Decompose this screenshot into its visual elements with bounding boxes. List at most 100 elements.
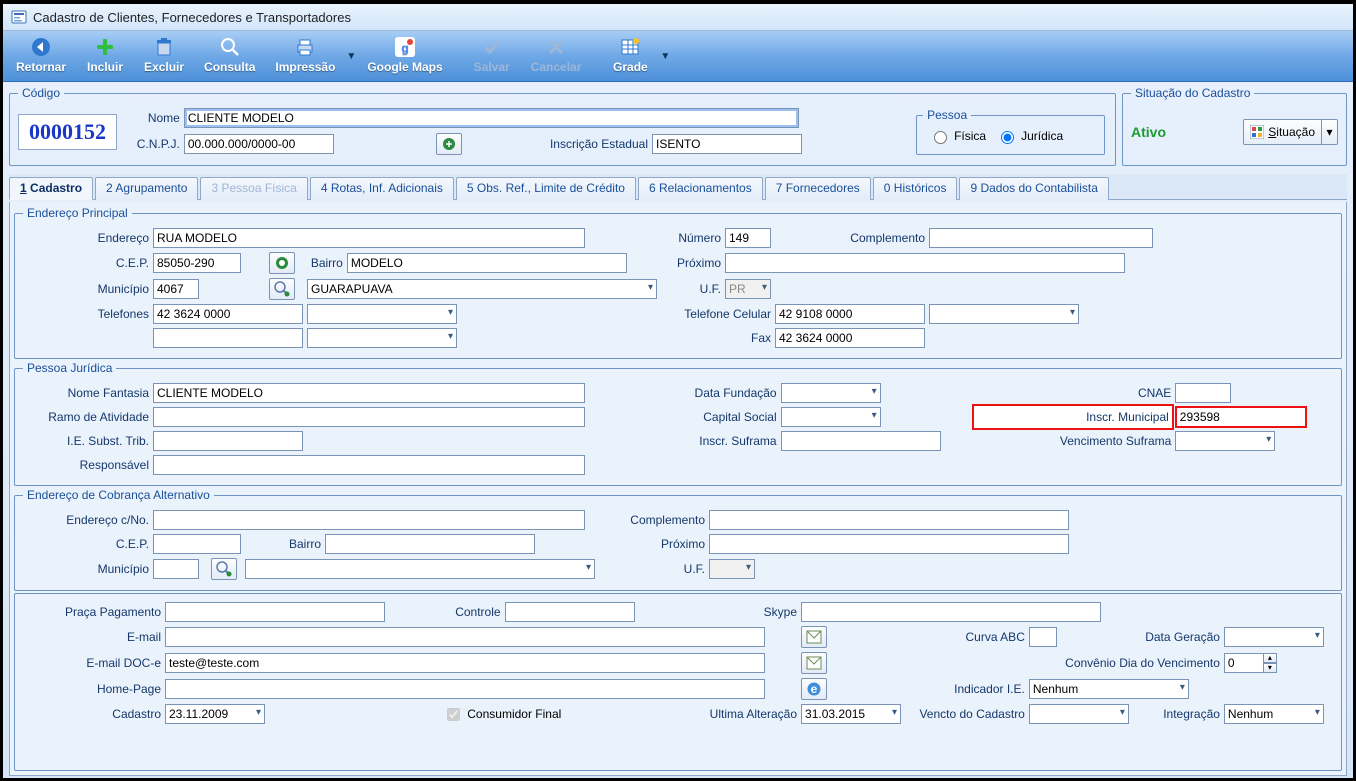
- cob-uf-label: U.F.: [597, 556, 707, 582]
- municipio-label: Município: [23, 276, 151, 302]
- situacao-box: Situação do Cadastro Ativo SSituaçãoitua…: [1122, 86, 1347, 166]
- endereco-cobranca-box: Endereço de Cobrança Alternativo Endereç…: [14, 488, 1342, 591]
- pj-inscrmun-input[interactable]: [1176, 407, 1306, 427]
- pj-cnae-input[interactable]: [1175, 383, 1231, 403]
- municipio-cod-input[interactable]: [153, 279, 199, 299]
- googlemaps-button[interactable]: g Google Maps: [358, 33, 451, 79]
- cob-prox-input[interactable]: [709, 534, 1069, 554]
- cob-cep-input[interactable]: [153, 534, 241, 554]
- ultalt-input[interactable]: [801, 704, 901, 724]
- telefone1-input[interactable]: [153, 304, 303, 324]
- pj-iesubst-input[interactable]: [153, 431, 303, 451]
- pj-suframa-input[interactable]: [781, 431, 941, 451]
- complemento-input[interactable]: [929, 228, 1153, 248]
- situacao-button[interactable]: SSituaçãoituação: [1243, 119, 1322, 145]
- grade-button[interactable]: Grade: [602, 33, 658, 79]
- tab-obs[interactable]: 5 Obs. Ref., Limite de Crédito: [456, 177, 636, 200]
- tab-historicos[interactable]: 0 Históricos: [873, 177, 958, 200]
- cob-end-label: Endereço c/No.: [23, 508, 151, 532]
- emaildoce-button[interactable]: [801, 652, 827, 674]
- cep-lookup-button[interactable]: [269, 252, 295, 274]
- incluir-button[interactable]: Incluir: [77, 33, 133, 79]
- emaildoce-input[interactable]: [165, 653, 765, 673]
- cadastro-input[interactable]: [165, 704, 265, 724]
- cob-muncod-input[interactable]: [153, 559, 199, 579]
- cob-cep-label: C.E.P.: [23, 532, 151, 556]
- cob-compl-input[interactable]: [709, 510, 1069, 530]
- tab-relac[interactable]: 6 Relacionamentos: [638, 177, 763, 200]
- nome-input[interactable]: [184, 108, 799, 128]
- controle-input[interactable]: [505, 602, 635, 622]
- situacao-dropdown[interactable]: ▾: [1322, 119, 1338, 145]
- impressao-button[interactable]: Impressão: [266, 33, 344, 79]
- telefone2-input[interactable]: [153, 328, 303, 348]
- endereco-input[interactable]: [153, 228, 585, 248]
- cob-bairro-input[interactable]: [325, 534, 535, 554]
- fax-input[interactable]: [775, 328, 925, 348]
- cob-munnome-input[interactable]: [245, 559, 595, 579]
- telcel-input[interactable]: [775, 304, 925, 324]
- pj-vencsuf-label: Vencimento Suframa: [973, 429, 1173, 453]
- pj-capital-input[interactable]: [781, 407, 881, 427]
- check-icon: [481, 36, 503, 58]
- curva-input[interactable]: [1029, 627, 1057, 647]
- telefone2-tipo[interactable]: [307, 328, 457, 348]
- pj-nomefant-input[interactable]: [153, 383, 585, 403]
- indicador-input[interactable]: [1029, 679, 1189, 699]
- uf-input: [725, 279, 771, 299]
- plus-icon: [94, 36, 116, 58]
- skype-label: Skype: [669, 600, 799, 624]
- tab-pessoa-fisica: 3 Pessoa Física: [200, 177, 307, 200]
- vencto-input[interactable]: [1029, 704, 1129, 724]
- homepage-button[interactable]: e: [801, 678, 827, 700]
- bairro-input[interactable]: [347, 253, 627, 273]
- cob-mun-lookup-button[interactable]: [211, 558, 237, 580]
- grid-icon: [619, 36, 641, 58]
- convdia-spinner[interactable]: ▴▾: [1224, 653, 1277, 673]
- pj-datafund-input[interactable]: [781, 383, 881, 403]
- proximo-input[interactable]: [725, 253, 1125, 273]
- pj-ramo-input[interactable]: [153, 407, 585, 427]
- controle-label: Controle: [441, 600, 502, 624]
- impressao-dropdown[interactable]: ▼: [346, 51, 356, 62]
- email-button[interactable]: [801, 626, 827, 648]
- pessoa-juridica-radio[interactable]: Jurídica: [996, 128, 1063, 144]
- municipio-nome-input[interactable]: [307, 279, 657, 299]
- tab-agrupamento[interactable]: 2 Agrupamento: [95, 177, 198, 200]
- datager-input[interactable]: [1224, 627, 1324, 647]
- homepage-input[interactable]: [165, 679, 765, 699]
- email-input[interactable]: [165, 627, 765, 647]
- grade-dropdown[interactable]: ▼: [660, 51, 670, 62]
- tab-cadastro[interactable]: 1 Cadastro: [9, 177, 93, 200]
- google-icon: g: [394, 36, 416, 58]
- ie-label: Inscrição Estadual: [483, 130, 650, 157]
- pj-vencsuf-input[interactable]: [1175, 431, 1275, 451]
- cnpj-input[interactable]: [184, 134, 334, 154]
- tab-rotas[interactable]: 4 Rotas, Inf. Adicionais: [310, 177, 454, 200]
- pj-nomefant-label: Nome Fantasia: [23, 381, 151, 405]
- telcel-tipo[interactable]: [929, 304, 1079, 324]
- cep-input[interactable]: [153, 253, 241, 273]
- pessoa-fisica-radio[interactable]: Física: [929, 128, 986, 144]
- pj-resp-input[interactable]: [153, 455, 585, 475]
- municipio-lookup-button[interactable]: [269, 278, 295, 300]
- tab-fornecedores[interactable]: 7 Fornecedores: [765, 177, 871, 200]
- rodape-box: Praça Pagamento Controle Skype E-mail Cu…: [14, 593, 1342, 771]
- ie-input[interactable]: [652, 134, 802, 154]
- consulta-button[interactable]: Consulta: [195, 33, 264, 79]
- skype-input[interactable]: [801, 602, 1101, 622]
- cob-end-input[interactable]: [153, 510, 585, 530]
- excluir-button[interactable]: Excluir: [135, 33, 193, 79]
- trash-icon: [153, 36, 175, 58]
- salvar-button: Salvar: [464, 33, 520, 79]
- retornar-button[interactable]: Retornar: [7, 33, 75, 79]
- numero-input[interactable]: [725, 228, 771, 248]
- consfinal-check[interactable]: Consumidor Final: [443, 705, 561, 724]
- praca-input[interactable]: [165, 602, 385, 622]
- cnpj-lookup-button[interactable]: [436, 133, 462, 155]
- tab-contabilista[interactable]: 9 Dados do Contabilista: [959, 177, 1108, 200]
- integ-input[interactable]: [1224, 704, 1324, 724]
- tab-strip: 1 Cadastro 2 Agrupamento 3 Pessoa Física…: [9, 174, 1347, 200]
- telefone1-tipo[interactable]: [307, 304, 457, 324]
- cob-bairro-label: Bairro: [243, 532, 323, 556]
